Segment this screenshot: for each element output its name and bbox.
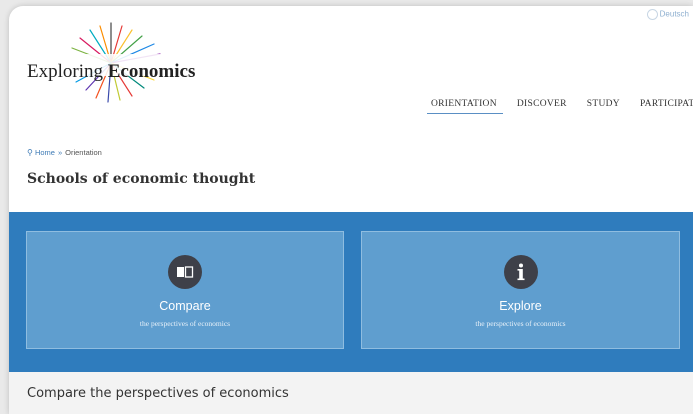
logo-text-regular: Exploring <box>27 61 108 82</box>
info-icon <box>503 255 538 289</box>
language-switch[interactable]: Deutsch <box>646 9 689 20</box>
location-pin-icon: ⚲ <box>27 148 33 157</box>
compare-icon <box>168 255 202 289</box>
site-logo[interactable]: Exploring Economics <box>26 18 196 108</box>
main-nav: ORIENTATION DISCOVER STUDY PARTICIPATE <box>427 99 693 114</box>
breadcrumb: ⚲ Home» Orientation <box>27 148 102 157</box>
compare-card[interactable]: Compare the perspectives of economics <box>26 231 344 349</box>
explore-card-title: Explore <box>499 299 542 313</box>
nav-item-participate[interactable]: PARTICIPATE <box>636 99 693 114</box>
breadcrumb-current: Orientation <box>65 148 102 157</box>
explore-card-subtitle: the perspectives of economics <box>475 319 566 328</box>
browser-frame: Deutsch Exploring Economics ORIENTATION … <box>9 6 693 414</box>
compare-card-title: Compare <box>159 299 211 313</box>
nav-item-discover[interactable]: DISCOVER <box>513 99 573 114</box>
nav-item-study[interactable]: STUDY <box>583 99 626 114</box>
language-label: Deutsch <box>659 9 689 19</box>
hero-band: Compare the perspectives of economics Ex… <box>9 212 693 372</box>
nav-item-orientation[interactable]: ORIENTATION <box>427 99 503 114</box>
section-heading: Compare the perspectives of economics <box>27 386 289 401</box>
breadcrumb-separator: » <box>57 148 63 157</box>
globe-icon <box>646 9 658 20</box>
section-header: Compare the perspectives of economics <box>9 372 693 414</box>
breadcrumb-home[interactable]: Home <box>35 148 55 157</box>
page-title: Schools of economic thought <box>27 171 256 187</box>
compare-card-subtitle: the perspectives of economics <box>139 319 231 328</box>
logo-text: Exploring Economics <box>27 61 195 83</box>
logo-text-bold: Economics <box>107 61 196 82</box>
explore-card[interactable]: Explore the perspectives of economics <box>361 231 680 349</box>
